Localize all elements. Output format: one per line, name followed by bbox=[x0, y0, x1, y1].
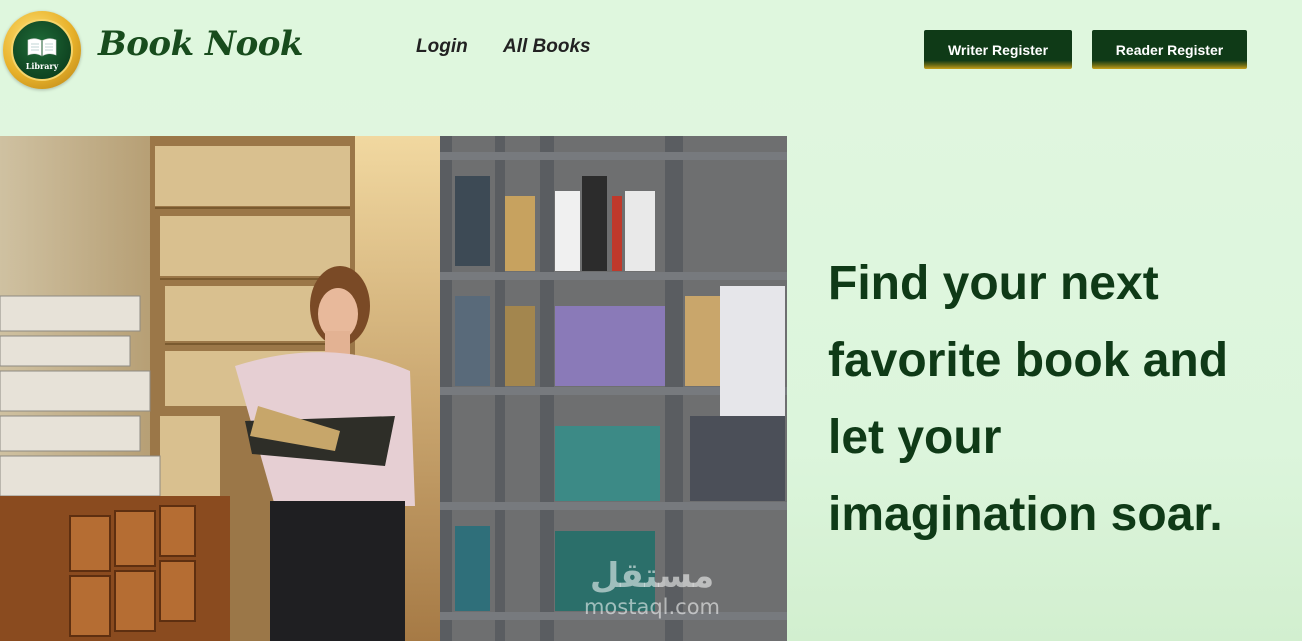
watermark-latin: mostaql.com bbox=[583, 595, 721, 619]
writer-register-button[interactable]: Writer Register bbox=[924, 30, 1072, 69]
nav-login-link[interactable]: Login bbox=[416, 36, 468, 58]
watermark-arabic: مستقل bbox=[589, 556, 715, 596]
nav-all-books-link[interactable]: All Books bbox=[503, 36, 591, 58]
watermark: مستقل mostaql.com bbox=[572, 556, 732, 618]
brand-name[interactable]: Book Nook bbox=[98, 24, 303, 74]
logo-emblem: Library bbox=[11, 19, 73, 81]
library-logo[interactable]: Library bbox=[3, 11, 81, 89]
logo-badge-text: Library bbox=[25, 61, 59, 71]
site-header: Library Book Nook Login All Books Writer… bbox=[0, 0, 1302, 100]
hero-tagline: Find your next favorite book and let you… bbox=[828, 257, 1229, 541]
book-logo-icon bbox=[27, 38, 57, 57]
reader-register-button[interactable]: Reader Register bbox=[1092, 30, 1247, 69]
